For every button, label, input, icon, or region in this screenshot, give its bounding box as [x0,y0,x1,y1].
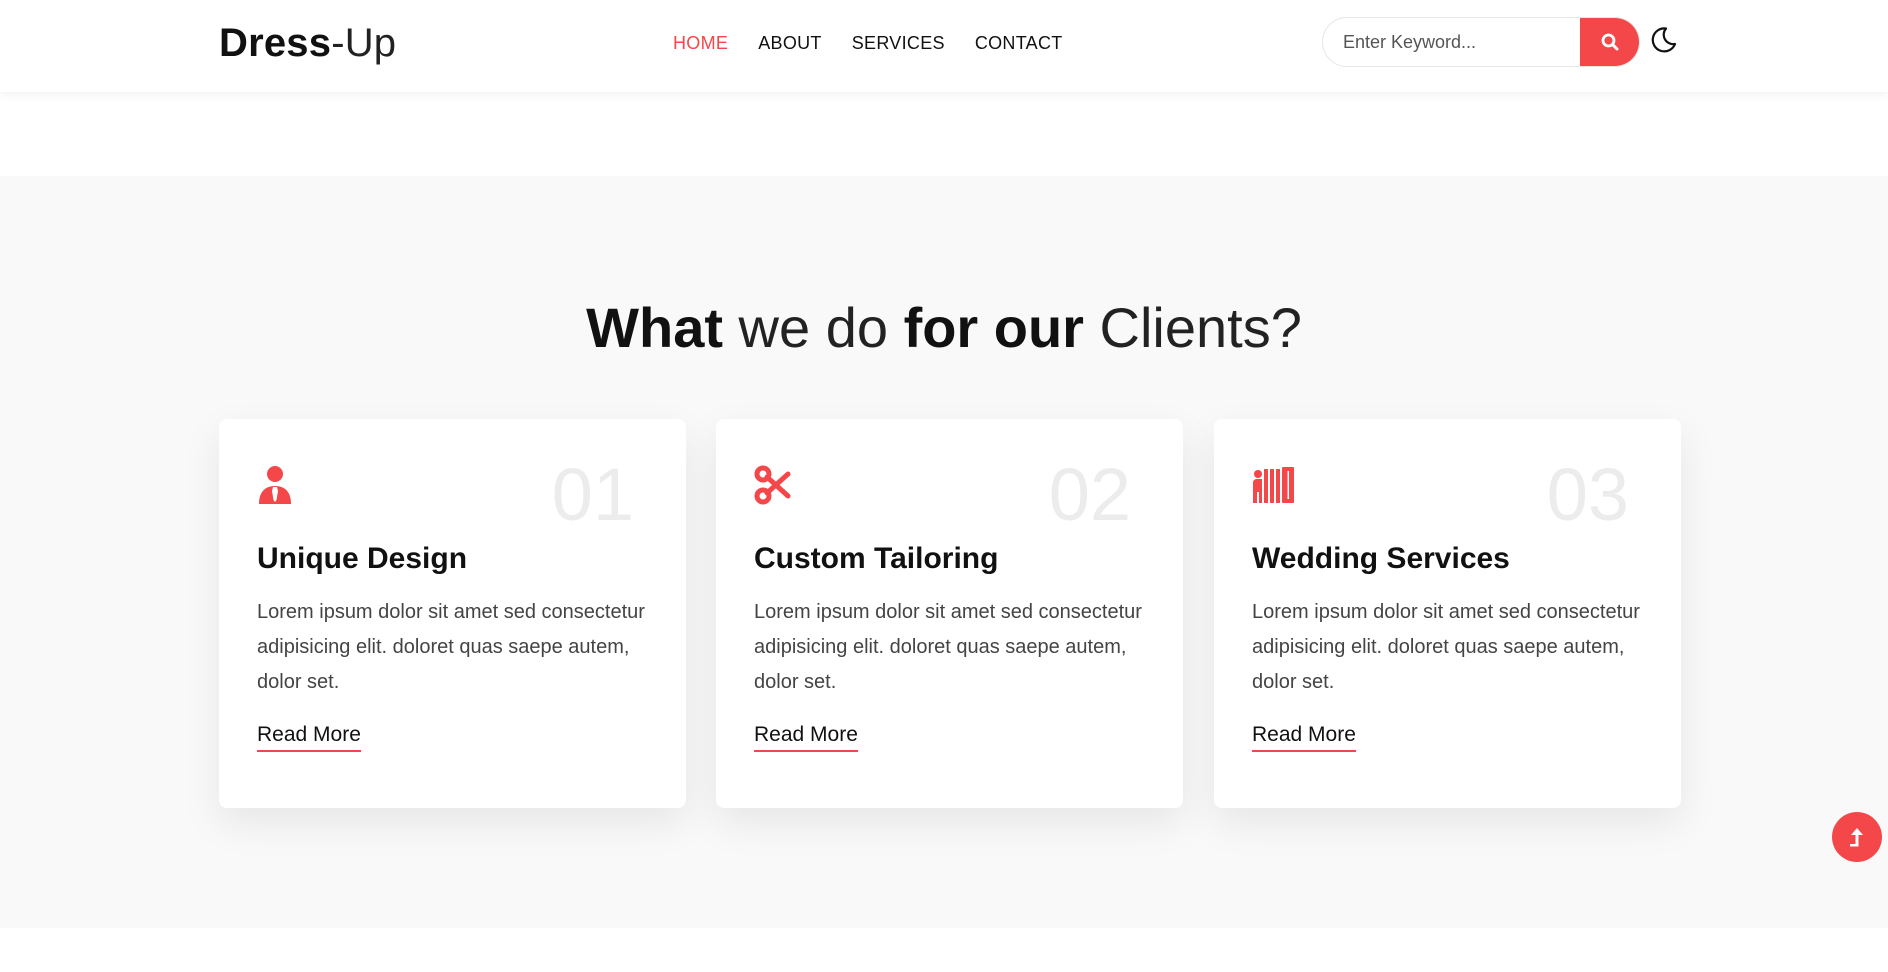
service-card: 03 Wedding Services Lorem ipsum dolor si… [1214,419,1681,808]
brand-logo-bold: Dress [219,21,332,65]
section-title-part1: What [586,296,723,359]
card-description: Lorem ipsum dolor sit amet sed consectet… [754,601,1142,693]
search-icon [1601,33,1619,51]
nav-item-contact[interactable]: CONTACT [975,30,1063,56]
section-title: What we do for our Clients? [0,294,1888,362]
read-more-link[interactable]: Read More [257,721,361,752]
scroll-to-top-button[interactable] [1832,812,1882,862]
card-title: Custom Tailoring [754,542,999,575]
nav-item-about[interactable]: ABOUT [758,30,822,56]
main-nav: HOME ABOUT SERVICES CONTACT [673,30,1093,56]
brand-logo[interactable]: Dress-Up [219,18,396,68]
theme-toggle-button[interactable] [1648,25,1678,55]
brand-logo-light: -Up [331,21,397,65]
card-number: 02 [1048,453,1131,536]
search-input[interactable] [1323,18,1581,66]
search-button[interactable] [1580,18,1639,66]
moon-icon [1651,27,1677,53]
read-more-link[interactable]: Read More [754,721,858,752]
section-title-part2: we do [723,296,904,359]
section-title-part3: for our [903,296,1084,359]
nav-item-home[interactable]: HOME [673,30,728,56]
card-number: 01 [551,453,634,536]
card-number: 03 [1546,453,1629,536]
scissors-icon [754,465,791,505]
card-description: Lorem ipsum dolor sit amet sed consectet… [257,601,645,693]
services-section: What we do for our Clients? 01 Unique De… [0,176,1888,928]
read-more-link[interactable]: Read More [1252,721,1356,752]
service-card: 02 Custom Tailoring Lorem ipsum dolor si… [716,419,1183,808]
section-title-part4: Clients? [1083,296,1302,359]
search-form [1322,17,1640,67]
nav-item-services[interactable]: SERVICES [852,30,945,56]
arrow-up-icon [1850,828,1863,847]
card-description: Lorem ipsum dolor sit amet sed consectet… [1252,601,1640,693]
wardrobe-person-icon [1253,467,1294,503]
person-tie-icon [259,466,291,504]
service-card: 01 Unique Design Lorem ipsum dolor sit a… [219,419,686,808]
site-header: Dress-Up HOME ABOUT SERVICES CONTACT [0,0,1888,92]
card-title: Unique Design [257,542,468,575]
card-title: Wedding Services [1252,542,1510,575]
